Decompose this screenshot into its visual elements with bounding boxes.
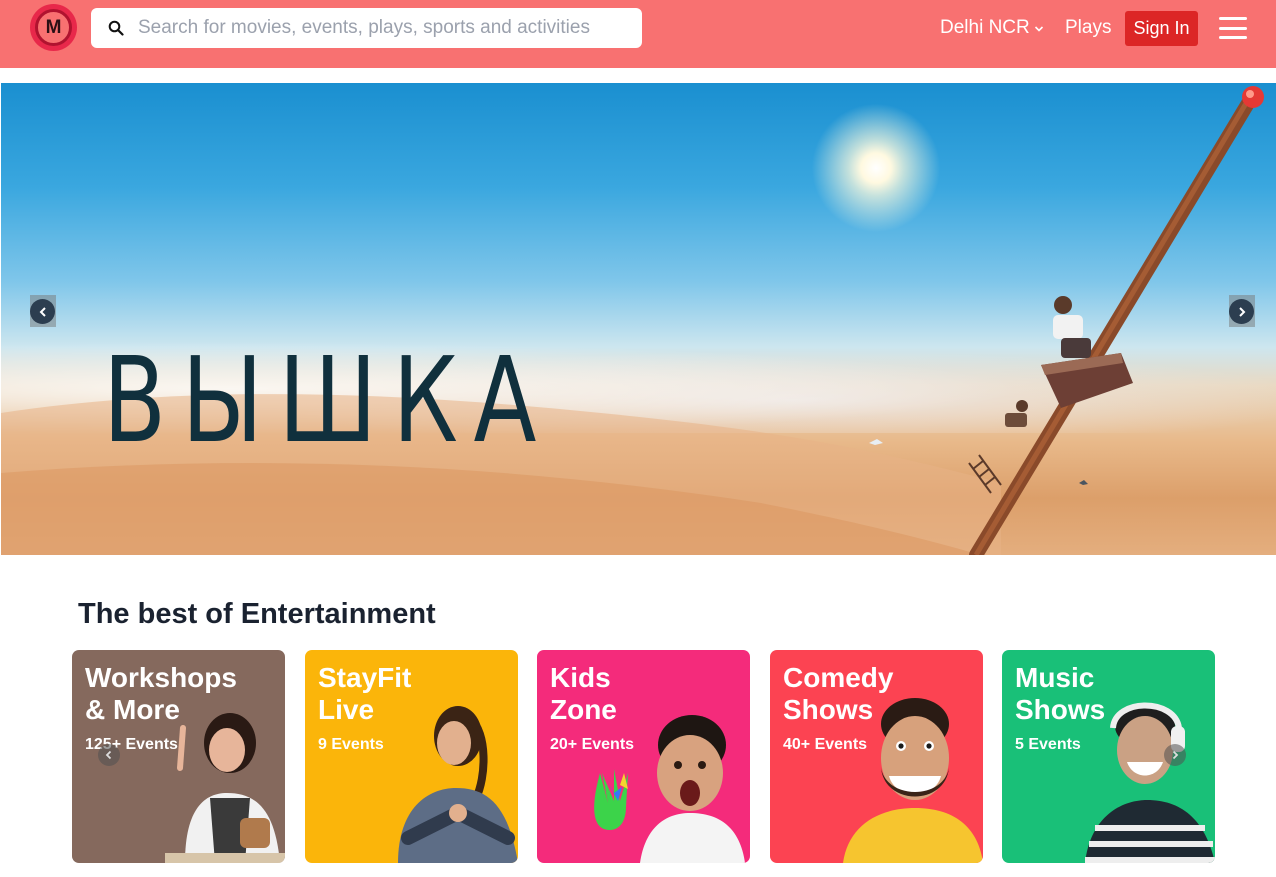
cards-next-button[interactable] xyxy=(1164,744,1186,766)
category-card-comedy-shows[interactable]: Comedy Shows 40+ Events xyxy=(770,650,983,863)
card-title: Kids Zone xyxy=(550,662,617,725)
hero-prev-button[interactable] xyxy=(30,295,56,327)
category-card-music-shows[interactable]: Music Shows 5 Events xyxy=(1002,650,1215,863)
hero-title: ВЫШКА xyxy=(103,331,553,469)
card-event-count: 40+ Events xyxy=(783,736,868,753)
search-input[interactable] xyxy=(138,17,642,39)
chevron-right-icon xyxy=(1229,299,1254,324)
card-title: Music Shows xyxy=(1015,662,1106,725)
nav-link-plays[interactable]: Plays xyxy=(1065,17,1111,39)
card-title: Workshops & More xyxy=(85,662,237,725)
city-selector[interactable]: Delhi NCR xyxy=(940,17,1044,39)
card-event-count: 9 Events xyxy=(318,736,384,753)
chevron-down-icon xyxy=(1034,17,1044,39)
card-title: StayFit Live xyxy=(318,662,412,725)
cards-prev-button[interactable] xyxy=(98,744,120,766)
category-card-stayfit[interactable]: StayFit Live 9 Events xyxy=(305,650,518,863)
chevron-left-icon xyxy=(105,750,112,760)
category-card-workshops[interactable]: Workshops & More 125+ Events xyxy=(72,650,285,863)
kid-image xyxy=(594,715,745,863)
chevron-left-icon xyxy=(30,299,55,324)
city-label: Delhi NCR xyxy=(940,17,1030,38)
logo-letter: M xyxy=(35,9,72,46)
card-event-count: 20+ Events xyxy=(550,736,635,753)
sign-in-button[interactable]: Sign In xyxy=(1125,11,1198,46)
chevron-right-icon xyxy=(1172,750,1179,760)
hero-artwork xyxy=(1,86,1264,555)
card-title: Comedy Shows xyxy=(783,662,894,725)
hero-next-button[interactable] xyxy=(1229,295,1255,327)
hero-banner[interactable]: ВЫШКА xyxy=(1,83,1276,555)
search-icon xyxy=(107,19,125,37)
card-event-count: 5 Events xyxy=(1015,736,1081,753)
category-card-kids-zone[interactable]: Kids Zone 20+ Events xyxy=(537,650,750,863)
search-bar[interactable] xyxy=(91,8,642,48)
hamburger-menu-icon[interactable] xyxy=(1219,17,1247,39)
top-navbar: M Delhi NCR Plays Sign In xyxy=(0,0,1276,68)
section-heading: The best of Entertainment xyxy=(78,598,436,630)
brand-logo[interactable]: M xyxy=(30,4,77,51)
